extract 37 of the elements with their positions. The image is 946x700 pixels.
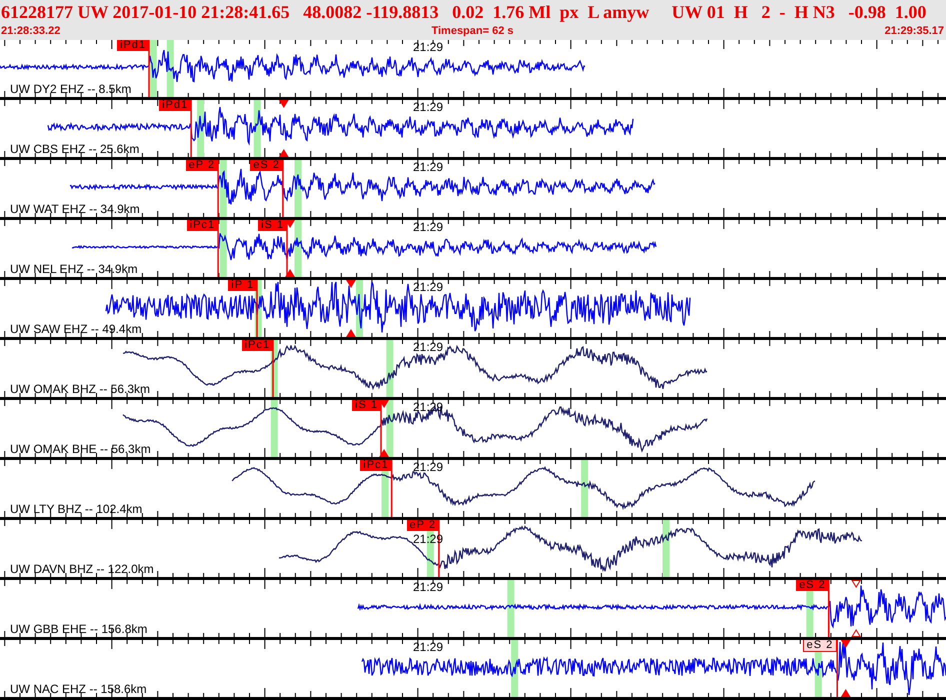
end-time: 21:29:35.17 (884, 24, 944, 38)
time-tick-label: 21:29 (413, 281, 444, 294)
time-tick-label: 21:29 (413, 221, 444, 234)
channel-label: UW NAC EHZ -- 158.6km (10, 683, 147, 696)
channel-label: UW OMAK BHE -- 56.3km (10, 443, 151, 456)
phase-pick-label[interactable]: eS 2 (796, 580, 829, 591)
time-tick-label: 21:29 (413, 341, 444, 354)
channel-label: UW LTY BHZ -- 102.4km (10, 503, 142, 516)
pick-line[interactable] (438, 520, 440, 577)
time-tick-label: 21:29 (413, 161, 444, 174)
pick-line[interactable] (282, 160, 284, 217)
channel-label: UW NEL EHZ -- 34.9km (10, 263, 138, 276)
channel-label: UW DY2 EHZ -- 8.5km (10, 83, 132, 96)
event-summary: 61228177 UW 2017-01-10 21:28:41.65 48.0082 -119.8813 0.02 1.76 Ml px L amyw UW 01 H 2 - H N3 -0.98 1.00 (1, 1, 928, 24)
time-tick-label: 21:29 (413, 461, 444, 474)
channel-label: UW DAVN BHZ -- 122.0km (10, 563, 154, 576)
phase-pick-label[interactable]: eP 2 (186, 160, 218, 171)
phase-pick-label[interactable]: iP 1 (228, 280, 258, 291)
phase-pick-label[interactable]: iPc1 (360, 460, 392, 471)
start-time: 21:28:33.22 (1, 24, 60, 38)
time-tick-label: 21:29 (413, 101, 444, 114)
channel-label: UW OMAK BHZ -- 56.3km (10, 383, 150, 396)
time-tick-label: 21:29 (413, 41, 444, 54)
phase-pick-label[interactable]: iPd1 (116, 40, 149, 51)
phase-pick-label[interactable]: eS 2 (802, 640, 838, 652)
time-tick-label: 21:29 (413, 581, 444, 594)
phase-pick-label[interactable]: iPc1 (186, 220, 218, 231)
timespan-label: Timespan= 62 s (431, 24, 514, 38)
phase-pick-label[interactable]: eP 2 (406, 520, 439, 531)
phase-pick-label[interactable]: iPc1 (242, 340, 274, 351)
phase-pick-label[interactable]: eS 2 (250, 160, 283, 171)
time-tick-label: 21:29 (413, 641, 444, 654)
channel-label: UW SAW EHZ -- 49.4km (10, 323, 142, 336)
phase-pick-label[interactable]: iPd1 (159, 100, 192, 111)
channel-label: UW WAT EHZ -- 34.9km (10, 203, 140, 216)
channel-label: UW CBS EHZ -- 25.6km (10, 143, 140, 156)
channel-label: UW GBB EHE -- 156.8km (10, 623, 148, 636)
